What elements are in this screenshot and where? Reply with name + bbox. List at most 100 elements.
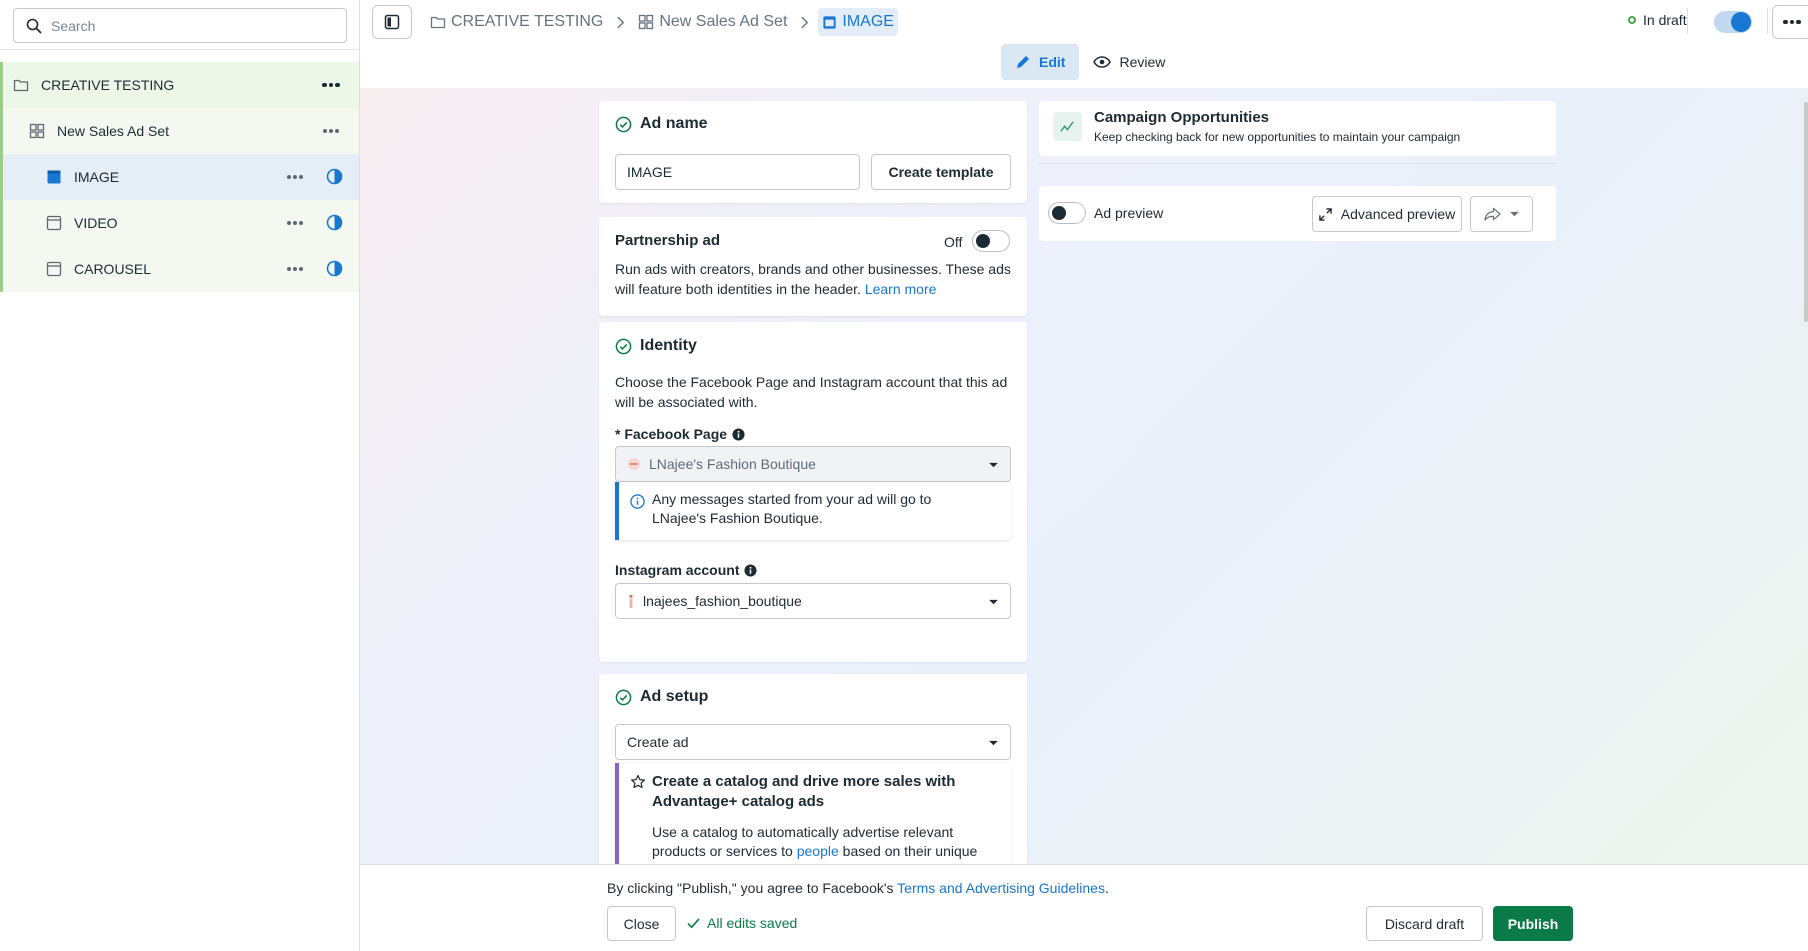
contrast-icon[interactable] (326, 168, 343, 185)
ad-icon (46, 215, 62, 231)
ad-icon (46, 261, 62, 277)
trend-icon (1053, 112, 1082, 141)
info-icon[interactable] (727, 427, 745, 441)
tree-item-label: IMAGE (74, 169, 120, 185)
breadcrumb-label: New Sales Ad Set (659, 13, 788, 30)
tree-item-adset[interactable]: New Sales Ad Set (0, 108, 359, 154)
adset-more-button[interactable] (319, 121, 343, 141)
card-title: Ad setup (615, 688, 708, 706)
draft-label: In draft (1643, 12, 1687, 28)
grid-icon (29, 123, 45, 139)
star-icon (630, 774, 646, 793)
divider (1767, 8, 1768, 34)
eye-icon (1093, 56, 1119, 68)
terms-link[interactable]: Terms and Advertising Guidelines (897, 880, 1105, 896)
tree-item-label: New Sales Ad Set (57, 123, 170, 139)
description-text: Run ads with creators, brands and other … (615, 261, 1011, 297)
tree-item-label: VIDEO (74, 215, 118, 231)
ad-name-input[interactable]: IMAGE (615, 154, 860, 190)
draft-toggle[interactable] (1714, 11, 1752, 33)
tree-item-label: CREATIVE TESTING (41, 77, 175, 93)
consent-text: By clicking "Publish," you agree to Face… (607, 880, 898, 896)
select-value: Create ad (627, 734, 689, 750)
image-more-button[interactable] (283, 167, 307, 187)
grid-icon (638, 14, 659, 30)
tree-item-video-ad[interactable]: VIDEO (0, 200, 359, 246)
opportunities-subtitle: Keep checking back for new opportunities… (1094, 130, 1461, 144)
search-input[interactable] (51, 17, 331, 34)
breadcrumb-campaign[interactable]: CREATIVE TESTING (426, 8, 607, 36)
ad-preview-label: Ad preview (1094, 205, 1164, 221)
expand-icon (1319, 207, 1332, 221)
ad-preview-toggle[interactable] (1048, 202, 1086, 224)
partnership-toggle-label: Off (944, 234, 963, 250)
opportunities-title: Campaign Opportunities (1094, 109, 1270, 126)
ad-preview-card: Ad preview Advanced preview (1039, 186, 1556, 241)
partnership-ad-card: Partnership ad Off Run ads with creators… (599, 217, 1027, 316)
carousel-more-button[interactable] (283, 259, 307, 279)
discard-draft-button[interactable]: Discard draft (1366, 906, 1483, 941)
sidebar-panel-icon (384, 14, 400, 30)
tab-label: Edit (1039, 54, 1066, 70)
contrast-icon[interactable] (326, 214, 343, 231)
partnership-toggle[interactable] (972, 230, 1010, 252)
info-message: Any messages started from your ad will g… (615, 482, 1011, 540)
sidebar: CREATIVE TESTING New Sales Ad Set IMAGE … (0, 0, 360, 951)
more-icon (1780, 12, 1804, 32)
image-ad-icon (46, 169, 62, 185)
ad-name-card: Ad name IMAGE Create template (599, 101, 1027, 203)
facebook-page-label: * Facebook Page (615, 426, 745, 442)
mode-tabs: Edit Review (1001, 44, 1179, 80)
identity-card: Identity Choose the Facebook Page and In… (599, 322, 1027, 662)
people-link[interactable]: people (797, 843, 839, 859)
campaign-opportunities-card[interactable]: Campaign Opportunities Keep checking bac… (1039, 101, 1556, 156)
instagram-avatar-icon (627, 594, 635, 609)
tree-item-campaign[interactable]: CREATIVE TESTING (0, 62, 359, 108)
caret-down-icon (988, 456, 999, 472)
close-button[interactable]: Close (607, 906, 676, 941)
search-box[interactable] (13, 8, 347, 43)
breadcrumb-adset[interactable]: New Sales Ad Set (634, 8, 791, 36)
card-title: Identity (615, 337, 697, 355)
promo-line: products or services to people based on … (652, 842, 992, 861)
button-label: Advanced preview (1340, 206, 1456, 222)
editor-canvas: Ad name IMAGE Create template Partnershi… (360, 88, 1808, 864)
top-bar: CREATIVE TESTING New Sales Ad Set IMAGE … (360, 0, 1808, 88)
folder-icon (430, 14, 451, 30)
campaign-more-button[interactable] (319, 75, 343, 95)
panel-toggle-button[interactable] (372, 5, 412, 39)
contrast-icon[interactable] (326, 260, 343, 277)
check-circle-icon (615, 689, 640, 706)
tab-review[interactable]: Review (1079, 44, 1179, 80)
more-options-button[interactable] (1772, 5, 1808, 39)
tree-item-image-ad[interactable]: IMAGE (0, 154, 359, 200)
video-more-button[interactable] (283, 213, 307, 233)
publish-button[interactable]: Publish (1493, 906, 1573, 941)
breadcrumb-label: CREATIVE TESTING (451, 13, 604, 30)
create-template-button[interactable]: Create template (871, 154, 1011, 190)
tree-item-label: CAROUSEL (74, 261, 152, 277)
scrollbar[interactable] (1804, 102, 1808, 322)
advanced-preview-button[interactable]: Advanced preview (1312, 196, 1462, 232)
tab-edit[interactable]: Edit (1001, 44, 1080, 80)
tree-item-carousel-ad[interactable]: CAROUSEL (0, 246, 359, 292)
breadcrumb: CREATIVE TESTING New Sales Ad Set IMAGE (426, 8, 898, 36)
folder-icon (13, 77, 29, 93)
info-icon[interactable] (739, 563, 758, 577)
divider (0, 49, 360, 50)
label-text: * Facebook Page (615, 426, 728, 442)
instagram-account-select[interactable]: lnajees_fashion_boutique (615, 583, 1011, 619)
learn-more-link[interactable]: Learn more (865, 281, 937, 297)
promo-description: Use a catalog to automatically advertise… (652, 823, 992, 861)
search-icon (26, 18, 42, 34)
breadcrumb-ad[interactable]: IMAGE (818, 8, 898, 36)
facebook-page-select[interactable]: LNajee's Fashion Boutique (615, 446, 1011, 482)
promo-text: based on their unique (838, 843, 978, 859)
check-circle-icon (615, 338, 640, 355)
identity-description: Choose the Facebook Page and Instagram a… (615, 374, 1008, 410)
divider (1039, 163, 1556, 164)
divider (1687, 8, 1688, 34)
share-dropdown-button[interactable] (1470, 196, 1533, 232)
ad-setup-select[interactable]: Create ad (615, 724, 1011, 760)
catalog-promo: Create a catalog and drive more sales wi… (615, 763, 1011, 864)
